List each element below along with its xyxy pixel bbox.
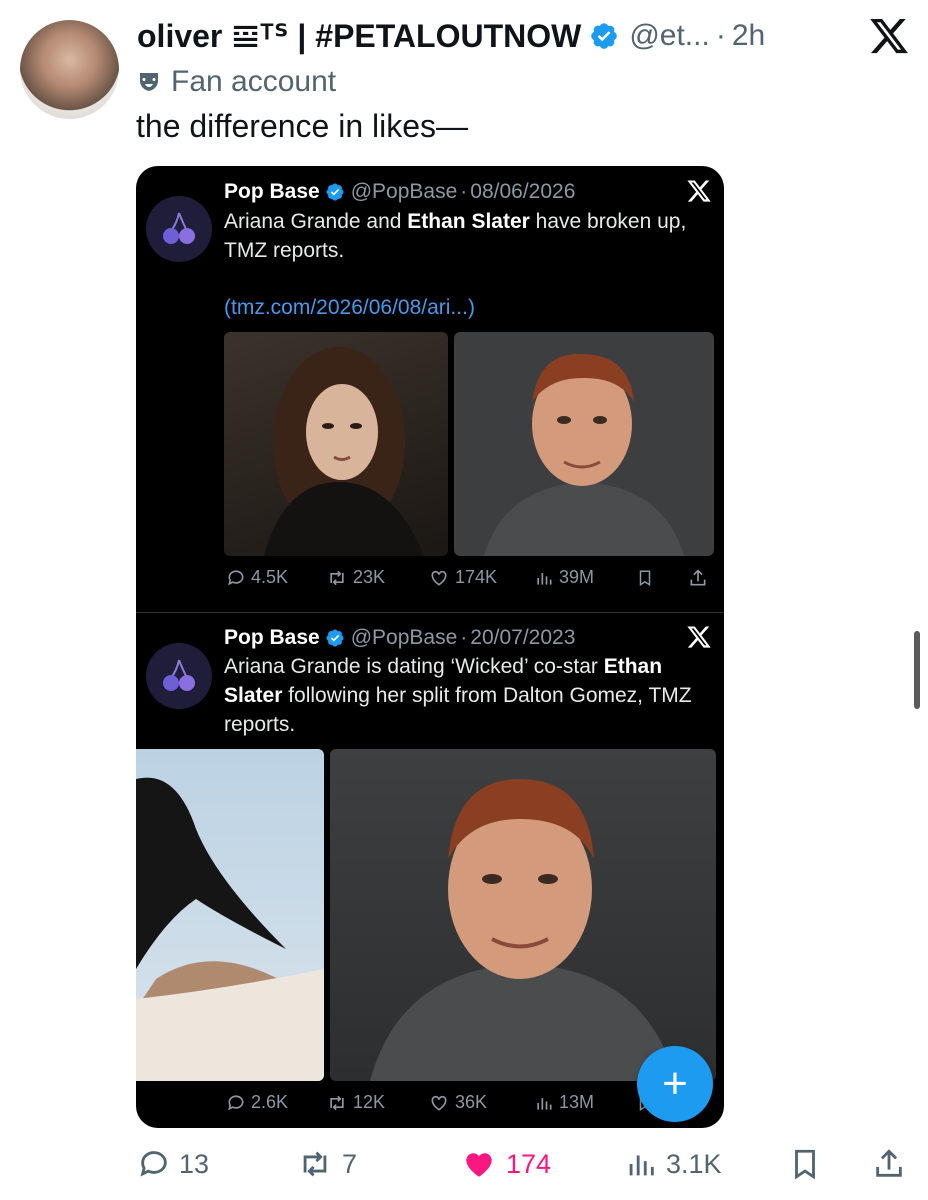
quote1-name[interactable]: Pop Base [224, 180, 320, 204]
reply-action[interactable]: 13 [137, 1142, 209, 1186]
heart-filled-icon [466, 1153, 492, 1177]
repost-icon [330, 1095, 344, 1110]
quote1-repost[interactable]: 23K [326, 567, 385, 588]
post-header: oliver 𝌘ᵀᔆ | #PETALOUTNOW @et... · 2h [137, 14, 765, 58]
reply-icon [140, 1151, 167, 1177]
repost-count: 7 [342, 1148, 358, 1179]
quote1-dot: · [460, 180, 468, 203]
x-logo-icon [687, 626, 711, 648]
quote1-reply[interactable]: 4.5K [226, 567, 288, 588]
quote1-date[interactable]: 08/06/2026 [470, 180, 575, 204]
like-count: 174 [506, 1148, 552, 1179]
bookmark-icon[interactable] [636, 568, 654, 588]
verified-badge-icon [326, 629, 344, 647]
popbase-avatar[interactable] [146, 196, 212, 262]
author-avatar[interactable] [20, 20, 119, 119]
views-icon [537, 1097, 552, 1110]
quote2-repost-count: 12K [353, 1092, 386, 1112]
quote1-link[interactable]: (tmz.com/2026/06/08/ari...) [224, 296, 475, 320]
heart-icon [431, 1095, 447, 1111]
verified-badge-icon [591, 23, 618, 49]
quote2-dot: · [460, 626, 468, 649]
cherry-icon [163, 659, 195, 691]
quote2-date[interactable]: 20/07/2023 [470, 626, 575, 650]
quote1-like-count: 174K [455, 567, 498, 587]
portrait-image [484, 353, 684, 556]
reply-icon [228, 569, 244, 585]
quote1-like[interactable]: 174K [428, 567, 497, 588]
author-display-name[interactable]: oliver 𝌘ᵀᔆ | #PETALOUTNOW [137, 17, 581, 55]
quote2-handle[interactable]: @PopBase [351, 626, 458, 650]
quote2-header: Pop Base @PopBase · 20/07/2023 [224, 624, 575, 652]
quote2-text: Ariana Grande is dating ‘Wicked’ co-star… [224, 655, 692, 736]
share-icon[interactable] [688, 568, 708, 588]
x-logo-icon [687, 180, 711, 202]
repost-icon [303, 1151, 327, 1177]
quote1-header: Pop Base @PopBase · 08/06/2026 [224, 178, 575, 206]
ariana-photo[interactable] [224, 332, 448, 556]
header-separator: · [715, 19, 726, 52]
quote2-views-count: 13M [559, 1092, 595, 1112]
quote1-views-count: 39M [559, 567, 595, 587]
quote1-handle[interactable]: @PopBase [351, 180, 458, 204]
cherry-icon [163, 212, 195, 244]
share-icon[interactable] [872, 1146, 906, 1182]
portrait-image [264, 347, 424, 556]
quote2-views[interactable]: 13M [534, 1092, 594, 1113]
post-text: the difference in likes— [136, 108, 469, 144]
hair-image [136, 777, 324, 1081]
ariana-photo-2[interactable] [136, 749, 324, 1081]
quote1-text: Ariana Grande and Ethan Slater have brok… [224, 210, 687, 262]
post-time[interactable]: 2h [732, 19, 765, 53]
x-logo-icon[interactable] [868, 15, 910, 57]
views-icon [629, 1155, 654, 1176]
ethan-photo-2[interactable] [330, 749, 716, 1081]
quote2-reply-count: 2.6K [251, 1092, 289, 1112]
scrollbar-thumb[interactable] [914, 631, 920, 709]
views-action[interactable]: 3.1K [624, 1142, 722, 1186]
compose-fab-button[interactable]: + [637, 1046, 713, 1122]
portrait-image [370, 779, 676, 1081]
quote2-name[interactable]: Pop Base [224, 626, 320, 650]
quote2-reply[interactable]: 2.6K [226, 1092, 288, 1113]
account-label: Fan account [137, 62, 336, 102]
embedded-tweet-1[interactable]: Pop Base @PopBase · 08/06/2026 Ariana Gr… [136, 166, 724, 612]
fan-account-text: Fan account [171, 65, 337, 98]
popbase-avatar[interactable] [146, 643, 212, 709]
quote1-views[interactable]: 39M [534, 567, 594, 588]
verified-badge-icon [326, 183, 344, 201]
quote2-like[interactable]: 36K [428, 1092, 487, 1113]
reply-count: 13 [179, 1148, 210, 1179]
ethan-photo[interactable] [454, 332, 714, 556]
quote1-repost-count: 23K [353, 567, 386, 587]
heart-icon [431, 570, 447, 586]
like-action[interactable]: 174 [460, 1142, 551, 1186]
quote1-reply-count: 4.5K [251, 567, 289, 587]
views-icon [537, 572, 552, 585]
views-count: 3.1K [666, 1148, 722, 1179]
author-handle[interactable]: @et... [629, 19, 709, 53]
attached-screenshot[interactable]: Pop Base @PopBase · 08/06/2026 Ariana Gr… [136, 166, 724, 1128]
repost-icon [330, 570, 344, 585]
quote2-repost[interactable]: 12K [326, 1092, 385, 1113]
theater-mask-icon [140, 73, 158, 91]
quote2-like-count: 36K [455, 1092, 488, 1112]
repost-action[interactable]: 7 [296, 1142, 357, 1186]
embedded-tweet-2[interactable]: Pop Base @PopBase · 20/07/2023 Ariana Gr… [136, 613, 724, 1128]
bookmark-icon[interactable] [788, 1146, 822, 1182]
reply-icon [228, 1094, 244, 1110]
